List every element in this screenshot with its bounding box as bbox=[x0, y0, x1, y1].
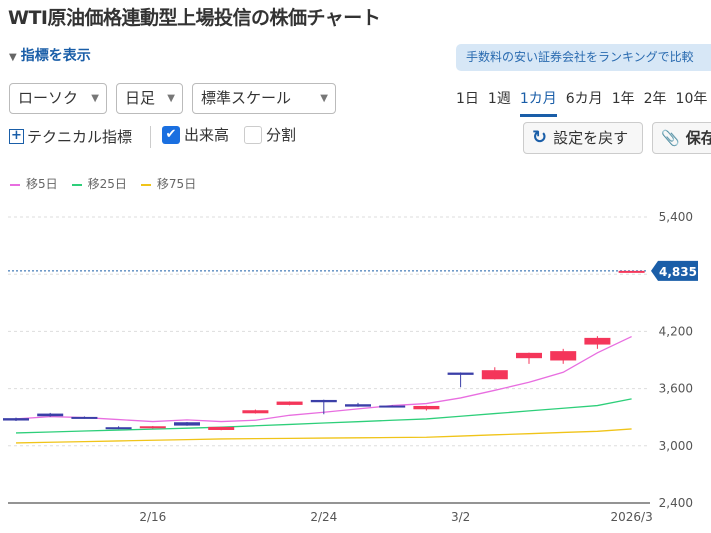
paperclip-icon: 📎 bbox=[661, 129, 680, 147]
y-tick-label: 3,600 bbox=[659, 382, 693, 396]
period-tab-2[interactable]: 1カ月 bbox=[519, 88, 557, 117]
period-tabs: 1日 1週 1カ月 6カ月 1年 2年 10年 bbox=[456, 88, 707, 117]
y-tick-label: 3,000 bbox=[659, 439, 693, 453]
x-tick-label: 2/16 bbox=[139, 510, 166, 524]
candle-body bbox=[379, 405, 406, 408]
candle-body bbox=[3, 418, 29, 421]
y-tick-label: 4,200 bbox=[659, 324, 693, 338]
period-tab-5[interactable]: 2年 bbox=[644, 88, 667, 117]
period-tab-4[interactable]: 1年 bbox=[612, 88, 635, 117]
candle-body bbox=[310, 399, 337, 403]
candle-body bbox=[345, 404, 371, 407]
candle-body bbox=[550, 351, 577, 361]
period-tab-1[interactable]: 1週 bbox=[488, 88, 511, 117]
price-chart: 5,400 4,200 3,600 3,000 2,400 2/16 2/24 3/2 2026… bbox=[3, 210, 698, 524]
scale-select[interactable]: 標準スケール ▼ bbox=[192, 83, 336, 114]
candle-body bbox=[481, 370, 508, 380]
candle-body bbox=[242, 410, 269, 414]
chart-type-select[interactable]: ローソク ▼ bbox=[9, 83, 107, 114]
legend-label: 移25日 bbox=[87, 177, 127, 191]
technical-indicator-label: テクニカル指標 bbox=[27, 128, 133, 146]
ma-line-2 bbox=[15, 428, 632, 444]
save-button[interactable]: 📎 保存 bbox=[652, 122, 711, 154]
show-indicators-label: 指標を表示 bbox=[20, 48, 91, 64]
candle-body bbox=[516, 352, 542, 359]
x-tick-label: 2/24 bbox=[310, 510, 337, 524]
candle-body bbox=[413, 405, 440, 410]
checkbox-checked-icon: ✔ bbox=[162, 125, 180, 144]
scale-value: 標準スケール bbox=[201, 89, 292, 107]
legend-swatch bbox=[71, 183, 82, 186]
candle-body bbox=[208, 426, 235, 430]
legend-label: 移5日 bbox=[26, 177, 58, 191]
candle-body bbox=[447, 372, 474, 375]
chevron-down-icon: ▼ bbox=[91, 93, 99, 104]
period-tab-6[interactable]: 10年 bbox=[676, 88, 708, 117]
candle-body bbox=[139, 426, 166, 429]
save-label: 保存 bbox=[685, 129, 711, 147]
technical-indicator-button[interactable]: + テクニカル指標 bbox=[9, 126, 132, 147]
candle-body bbox=[174, 422, 200, 426]
candle-body bbox=[71, 416, 98, 419]
candle-body bbox=[276, 401, 303, 405]
chevron-down-icon: ▼ bbox=[167, 93, 175, 104]
split-checkbox[interactable]: 分割 bbox=[244, 124, 296, 145]
chevron-down-icon: ▼ bbox=[320, 93, 328, 104]
candle-body bbox=[584, 337, 611, 345]
candle-body bbox=[37, 413, 64, 417]
triangle-down-icon: ▼ bbox=[9, 52, 17, 63]
reset-settings-button[interactable]: ↻ 設定を戻す bbox=[523, 122, 643, 154]
chart-type-value: ローソク bbox=[18, 89, 79, 107]
reset-label: 設定を戻す bbox=[553, 129, 629, 147]
page-title: WTI原油価格連動型上場投信の株価チャート bbox=[8, 7, 381, 29]
plus-icon: + bbox=[9, 129, 24, 144]
refresh-icon: ↻ bbox=[532, 127, 548, 148]
period-tab-0[interactable]: 1日 bbox=[456, 88, 479, 117]
x-tick-label: 2026/3 bbox=[610, 510, 652, 524]
legend-swatch bbox=[140, 183, 151, 186]
volume-label: 出来高 bbox=[184, 126, 230, 144]
candle-body bbox=[618, 270, 645, 273]
divider bbox=[150, 126, 151, 148]
legend-swatch bbox=[10, 183, 20, 186]
y-tick-label: 2,400 bbox=[659, 496, 693, 510]
current-price-label: 4,835 bbox=[659, 265, 697, 279]
period-tab-3[interactable]: 6カ月 bbox=[566, 88, 603, 117]
checkbox-unchecked-icon bbox=[244, 125, 262, 144]
split-label: 分割 bbox=[266, 126, 297, 144]
volume-checkbox[interactable]: ✔ 出来高 bbox=[162, 124, 229, 145]
y-tick-label: 5,400 bbox=[659, 210, 693, 224]
broker-ranking-banner[interactable]: 手数料の安い証券会社をランキングで比較 bbox=[456, 44, 711, 71]
interval-value: 日足 bbox=[125, 89, 156, 107]
show-indicators-toggle[interactable]: ▼ 指標を表示 bbox=[9, 45, 91, 65]
legend-label: 移75日 bbox=[156, 177, 197, 191]
x-tick-label: 3/2 bbox=[451, 510, 470, 524]
interval-select[interactable]: 日足 ▼ bbox=[116, 83, 183, 114]
candle-body bbox=[105, 427, 132, 430]
